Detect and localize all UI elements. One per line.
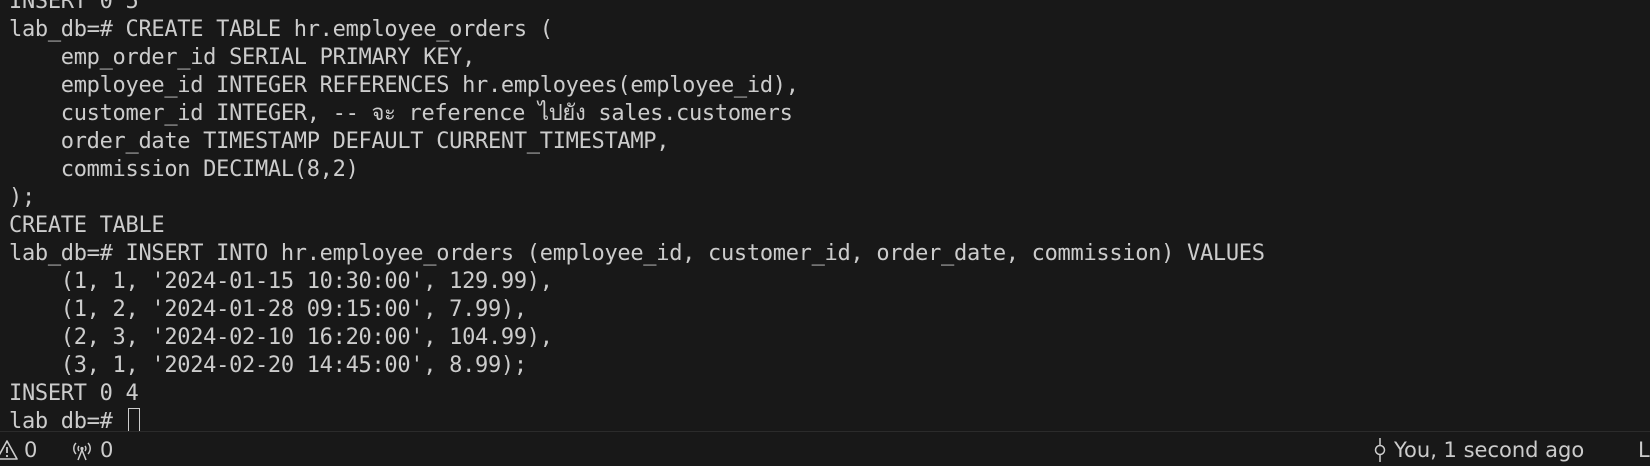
warning-icon [0,439,18,461]
terminal-output: INSERT 0 5 lab_db=# CREATE TABLE hr.empl… [9,0,1265,431]
cursor-position-text: L [1638,437,1650,462]
terminal-line: ); [9,185,35,210]
problems-status[interactable]: 0 [0,432,37,466]
terminal-line: INSERT 0 4 [9,381,139,406]
terminal-line: customer_id INTEGER, -- จะ reference ไปย… [9,101,793,126]
terminal-line: employee_id INTEGER REFERENCES hr.employ… [9,73,799,98]
terminal-line: CREATE TABLE [9,213,165,238]
terminal-prompt: lab_db=# [9,409,126,431]
terminal-cursor [127,408,140,431]
terminal-line: (3, 1, '2024-02-20 14:45:00', 8.99); [9,353,527,378]
ports-count: 0 [100,437,114,462]
git-blame-status[interactable]: You, 1 second ago [1372,432,1584,466]
terminal-line: lab_db=# INSERT INTO hr.employee_orders … [9,241,1265,266]
status-bar: 0 0 You, 1 second ago L [0,431,1650,466]
terminal-panel[interactable]: INSERT 0 5 lab_db=# CREATE TABLE hr.empl… [0,0,1650,431]
ports-status[interactable]: 0 [70,432,113,466]
terminal-line: (1, 1, '2024-01-15 10:30:00', 129.99), [9,269,553,294]
terminal-line: commission DECIMAL(8,2) [9,157,359,182]
terminal-line: order_date TIMESTAMP DEFAULT CURRENT_TIM… [9,129,670,154]
terminal-line: (1, 2, '2024-01-28 09:15:00', 7.99), [9,297,527,322]
cursor-position-status[interactable]: L [1638,432,1650,466]
broadcast-icon [70,439,94,461]
terminal-line: emp_order_id SERIAL PRIMARY KEY, [9,45,476,70]
git-commit-icon [1372,437,1388,462]
terminal-line: (2, 3, '2024-02-10 16:20:00', 104.99), [9,325,553,350]
terminal-line: lab_db=# CREATE TABLE hr.employee_orders… [9,17,553,42]
git-blame-text: You, 1 second ago [1394,437,1585,462]
warning-count: 0 [24,437,38,462]
terminal-line: INSERT 0 5 [9,0,139,14]
terminal-prompt-line[interactable]: lab_db=# [9,408,1265,431]
